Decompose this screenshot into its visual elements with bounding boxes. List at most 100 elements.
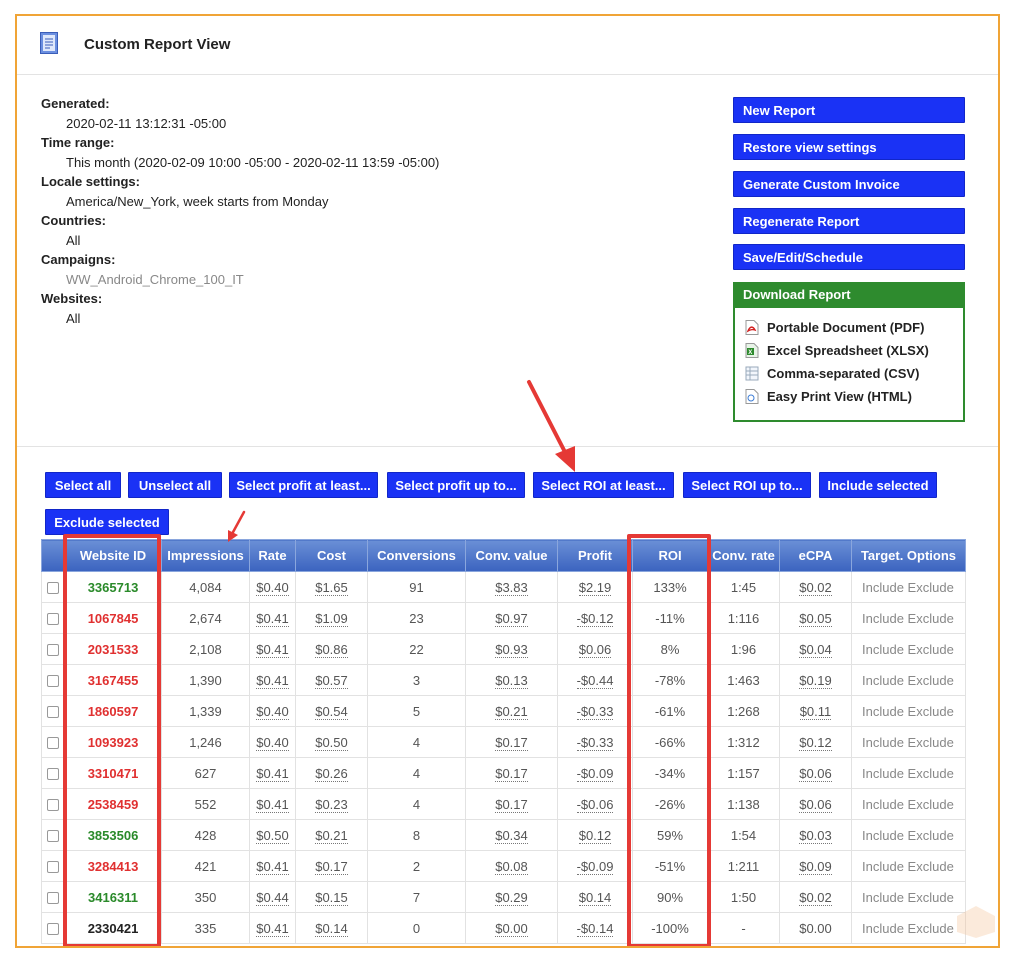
include-link[interactable]: Include <box>862 611 904 626</box>
row-checkbox[interactable] <box>47 644 59 657</box>
regenerate-report-button[interactable]: Regenerate Report <box>733 208 965 234</box>
conv-value-cell[interactable]: $3.83 <box>465 571 558 603</box>
column-header[interactable]: Impressions <box>161 539 250 572</box>
include-link[interactable]: Include <box>862 921 904 936</box>
conv-value-cell[interactable]: $0.93 <box>465 633 558 665</box>
website-id-cell[interactable]: 2031533 <box>64 633 162 665</box>
profit-cell[interactable]: -$0.14 <box>557 912 633 944</box>
row-checkbox[interactable] <box>47 706 59 719</box>
cost-cell[interactable]: $0.57 <box>295 664 368 696</box>
column-header[interactable]: Conversions <box>367 539 466 572</box>
exclude-link[interactable]: Exclude <box>908 611 954 626</box>
website-id-cell[interactable]: 2330421 <box>64 912 162 944</box>
rate-cell[interactable]: $0.40 <box>249 695 296 727</box>
ecpa-cell[interactable]: $0.02 <box>779 571 852 603</box>
cost-cell[interactable]: $0.50 <box>295 726 368 758</box>
column-header[interactable]: Cost <box>295 539 368 572</box>
column-header[interactable]: Conv. value <box>465 539 558 572</box>
ecpa-cell[interactable]: $0.11 <box>779 695 852 727</box>
exclude-selected-button[interactable]: Exclude selected <box>45 509 169 535</box>
rate-cell[interactable]: $0.40 <box>249 571 296 603</box>
include-link[interactable]: Include <box>862 673 904 688</box>
profit-cell[interactable]: $0.06 <box>557 633 633 665</box>
website-id-cell[interactable]: 1067845 <box>64 602 162 634</box>
row-checkbox[interactable] <box>47 675 59 688</box>
cost-cell[interactable]: $1.09 <box>295 602 368 634</box>
exclude-link[interactable]: Exclude <box>908 642 954 657</box>
rate-cell[interactable]: $0.41 <box>249 633 296 665</box>
website-id-cell[interactable]: 3853506 <box>64 819 162 851</box>
row-checkbox[interactable] <box>47 613 59 626</box>
cost-cell[interactable]: $0.15 <box>295 881 368 913</box>
conv-value-cell[interactable]: $0.00 <box>465 912 558 944</box>
conv-value-cell[interactable]: $0.97 <box>465 602 558 634</box>
ecpa-cell[interactable]: $0.09 <box>779 850 852 882</box>
include-link[interactable]: Include <box>862 766 904 781</box>
row-checkbox[interactable] <box>47 830 59 843</box>
row-checkbox[interactable] <box>47 582 59 595</box>
ecpa-cell[interactable]: $0.03 <box>779 819 852 851</box>
conv-value-cell[interactable]: $0.29 <box>465 881 558 913</box>
cost-cell[interactable]: $0.86 <box>295 633 368 665</box>
exclude-link[interactable]: Exclude <box>908 828 954 843</box>
profit-cell[interactable]: $0.14 <box>557 881 633 913</box>
exclude-link[interactable]: Exclude <box>908 859 954 874</box>
cost-cell[interactable]: $0.21 <box>295 819 368 851</box>
rate-cell[interactable]: $0.41 <box>249 602 296 634</box>
rate-cell[interactable]: $0.41 <box>249 912 296 944</box>
include-link[interactable]: Include <box>862 642 904 657</box>
save-edit-schedule-button[interactable]: Save/Edit/Schedule <box>733 244 965 270</box>
exclude-link[interactable]: Exclude <box>908 890 954 905</box>
column-header[interactable]: Website ID <box>64 539 162 572</box>
include-link[interactable]: Include <box>862 735 904 750</box>
restore-view-settings-button[interactable]: Restore view settings <box>733 134 965 160</box>
download-html-link[interactable]: Easy Print View (HTML) <box>745 389 912 404</box>
profit-cell[interactable]: -$0.33 <box>557 726 633 758</box>
cost-cell[interactable]: $0.54 <box>295 695 368 727</box>
exclude-link[interactable]: Exclude <box>908 673 954 688</box>
profit-cell[interactable]: -$0.09 <box>557 757 633 789</box>
select-profit-up-to-button[interactable]: Select profit up to... <box>387 472 525 498</box>
column-header[interactable]: Target. Options <box>851 539 966 572</box>
row-checkbox[interactable] <box>47 861 59 874</box>
include-link[interactable]: Include <box>862 828 904 843</box>
ecpa-cell[interactable]: $0.06 <box>779 757 852 789</box>
unselect-all-button[interactable]: Unselect all <box>128 472 222 498</box>
profit-cell[interactable]: -$0.44 <box>557 664 633 696</box>
generate-custom-invoice-button[interactable]: Generate Custom Invoice <box>733 171 965 197</box>
exclude-link[interactable]: Exclude <box>908 580 954 595</box>
row-checkbox[interactable] <box>47 768 59 781</box>
row-checkbox[interactable] <box>47 799 59 812</box>
rate-cell[interactable]: $0.50 <box>249 819 296 851</box>
ecpa-cell[interactable]: $0.06 <box>779 788 852 820</box>
rate-cell[interactable]: $0.41 <box>249 788 296 820</box>
ecpa-cell[interactable]: $0.19 <box>779 664 852 696</box>
conv-value-cell[interactable]: $0.17 <box>465 757 558 789</box>
column-header[interactable]: Conv. rate <box>707 539 780 572</box>
select-roi-at-least-button[interactable]: Select ROI at least... <box>533 472 674 498</box>
website-id-cell[interactable]: 3310471 <box>64 757 162 789</box>
row-checkbox[interactable] <box>47 737 59 750</box>
conv-value-cell[interactable]: $0.17 <box>465 788 558 820</box>
website-id-cell[interactable]: 3365713 <box>64 571 162 603</box>
rate-cell[interactable]: $0.44 <box>249 881 296 913</box>
conv-value-cell[interactable]: $0.08 <box>465 850 558 882</box>
exclude-link[interactable]: Exclude <box>908 704 954 719</box>
website-id-cell[interactable]: 2538459 <box>64 788 162 820</box>
website-id-cell[interactable]: 3416311 <box>64 881 162 913</box>
rate-cell[interactable]: $0.41 <box>249 850 296 882</box>
include-selected-button[interactable]: Include selected <box>819 472 937 498</box>
conv-value-cell[interactable]: $0.34 <box>465 819 558 851</box>
exclude-link[interactable]: Exclude <box>908 766 954 781</box>
website-id-cell[interactable]: 3167455 <box>64 664 162 696</box>
column-header[interactable]: Profit <box>557 539 633 572</box>
include-link[interactable]: Include <box>862 859 904 874</box>
ecpa-cell[interactable]: $0.05 <box>779 602 852 634</box>
include-link[interactable]: Include <box>862 580 904 595</box>
profit-cell[interactable]: -$0.09 <box>557 850 633 882</box>
rate-cell[interactable]: $0.41 <box>249 664 296 696</box>
select-all-button[interactable]: Select all <box>45 472 121 498</box>
cost-cell[interactable]: $1.65 <box>295 571 368 603</box>
download-xlsx-link[interactable]: X Excel Spreadsheet (XLSX) <box>745 343 929 358</box>
exclude-link[interactable]: Exclude <box>908 921 954 936</box>
